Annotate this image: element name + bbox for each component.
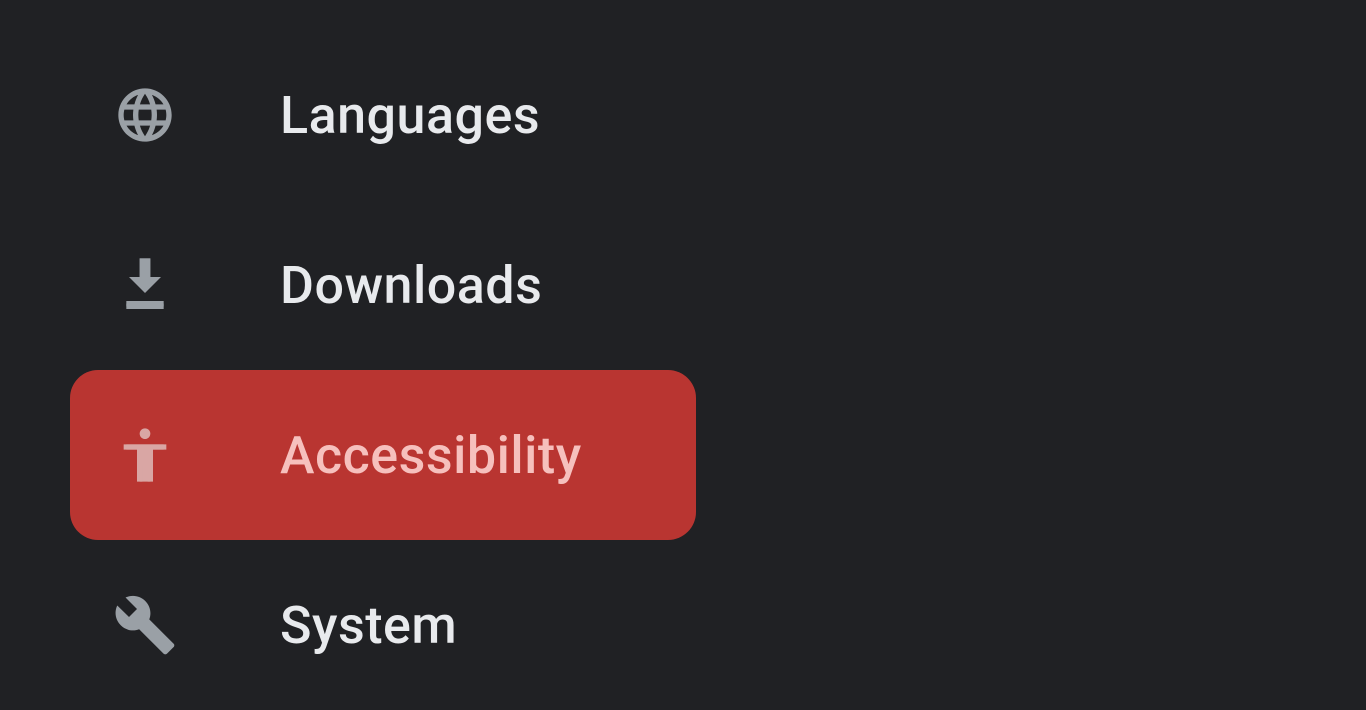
globe-icon [110,80,180,150]
sidebar-item-label: System [280,595,457,656]
sidebar-item-label: Accessibility [280,425,582,486]
settings-sidebar: Languages Downloads Accessibility [0,0,1366,710]
sidebar-item-label: Downloads [280,255,542,316]
sidebar-item-languages[interactable]: Languages [70,30,696,200]
sidebar-item-accessibility[interactable]: Accessibility [70,370,696,540]
sidebar-item-downloads[interactable]: Downloads [70,200,696,370]
accessibility-icon [110,420,180,490]
sidebar-item-label: Languages [280,85,540,146]
wrench-icon [110,590,180,660]
download-icon [110,250,180,320]
sidebar-item-system[interactable]: System [70,540,696,710]
